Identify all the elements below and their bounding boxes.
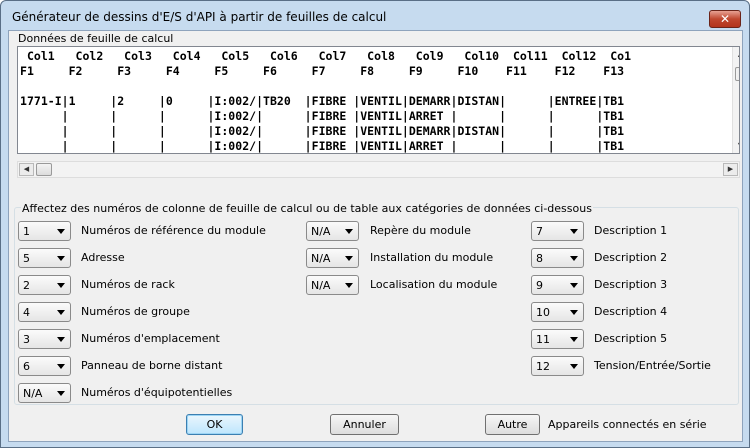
scroll-up-icon[interactable]: ▲ — [734, 49, 739, 58]
module-installation-select[interactable]: N/A — [306, 248, 359, 268]
horizontal-scroll-thumb[interactable] — [36, 163, 52, 176]
field-label: Tension/Entrée/Sortie — [594, 359, 711, 372]
chevron-down-icon — [345, 256, 353, 261]
chevron-down-icon — [57, 310, 65, 315]
series-devices-label: Appareils connectés en série — [548, 418, 707, 431]
group-select[interactable]: 4 — [18, 302, 71, 322]
other-button[interactable]: Autre — [485, 414, 540, 435]
equipotential-select[interactable]: N/A — [18, 383, 71, 403]
field-label: Numéros de rack — [81, 278, 175, 291]
field-label: Description 2 — [594, 251, 668, 264]
field-label: Repère du module — [370, 224, 471, 237]
chevron-down-icon — [570, 310, 578, 315]
field-label: Description 5 — [594, 332, 668, 345]
field-label: Numéros d'équipotentielles — [81, 386, 233, 399]
field-label: Numéros de référence du module — [81, 224, 266, 237]
field-label: Localisation du module — [370, 278, 498, 291]
field-label: Numéros d'emplacement — [81, 332, 220, 345]
slot-select[interactable]: 3 — [18, 329, 71, 349]
close-button[interactable]: ✕ — [709, 10, 741, 28]
chevron-down-icon — [57, 364, 65, 369]
vertical-scrollbar[interactable]: ▲ ▼ — [732, 47, 739, 153]
description-2-select[interactable]: 8 — [531, 248, 584, 268]
scroll-down-icon[interactable]: ▼ — [734, 141, 739, 150]
field-label: Installation du module — [370, 251, 494, 264]
chevron-down-icon — [570, 283, 578, 288]
dialog-window: Générateur de dessins d'E/S d'API à part… — [0, 0, 750, 448]
sheet-row: 1771-I|1 |2 |0 |I:002/|TB20 |FIBRE |VENT… — [20, 94, 625, 108]
description-5-select[interactable]: 11 — [531, 329, 584, 349]
field-label: Numéros de groupe — [81, 305, 190, 318]
chevron-down-icon — [570, 364, 578, 369]
field-label: Adresse — [81, 251, 125, 264]
chevron-down-icon — [57, 229, 65, 234]
description-3-select[interactable]: 9 — [531, 275, 584, 295]
rack-select[interactable]: 2 — [18, 275, 71, 295]
horizontal-scrollbar[interactable]: ◀ ▶ — [17, 161, 740, 178]
sheet-label: Données de feuille de calcul — [18, 32, 174, 45]
remote-panel-select[interactable]: 6 — [18, 356, 71, 376]
field-label: Panneau de borne distant — [81, 359, 223, 372]
vertical-scroll-thumb[interactable] — [735, 67, 739, 81]
description-4-select[interactable]: 10 — [531, 302, 584, 322]
module-tag-select[interactable]: N/A — [306, 221, 359, 241]
title-bar[interactable]: Générateur de dessins d'E/S d'API à part… — [1, 1, 749, 31]
voltage-io-select[interactable]: 12 — [531, 356, 584, 376]
address-select[interactable]: 5 — [18, 248, 71, 268]
module-location-select[interactable]: N/A — [306, 275, 359, 295]
dialog-body: Données de feuille de calcul Col1 Col2 C… — [8, 30, 743, 442]
module-ref-select[interactable]: 1 — [18, 221, 71, 241]
field-label: Description 1 — [594, 224, 668, 237]
scroll-left-icon[interactable]: ◀ — [19, 163, 34, 176]
chevron-down-icon — [345, 283, 353, 288]
window-title: Générateur de dessins d'E/S d'API à part… — [12, 10, 387, 24]
chevron-down-icon — [570, 256, 578, 261]
assign-group-label: Affectez des numéros de colonne de feuil… — [21, 202, 593, 215]
sheet-row: | | | |I:002/| |FIBRE |VENTIL|ARRET | | … — [20, 139, 625, 153]
chevron-down-icon — [57, 337, 65, 342]
field-label: Description 3 — [594, 278, 668, 291]
chevron-down-icon — [570, 337, 578, 342]
cancel-button[interactable]: Annuler — [330, 414, 399, 435]
ok-button[interactable]: OK — [186, 414, 243, 435]
spreadsheet-preview[interactable]: Col1 Col2 Col3 Col4 Col5 Col6 Col7 Col8 … — [17, 46, 740, 154]
sheet-field-row: F1 F2 F3 F4 F5 F6 F7 F8 F9 F10 F11 F12 F… — [20, 64, 625, 78]
field-label: Description 4 — [594, 305, 668, 318]
description-1-select[interactable]: 7 — [531, 221, 584, 241]
chevron-down-icon — [57, 391, 65, 396]
sheet-header-row: Col1 Col2 Col3 Col4 Col5 Col6 Col7 Col8 … — [20, 49, 632, 63]
scroll-right-icon[interactable]: ▶ — [723, 163, 738, 176]
chevron-down-icon — [345, 229, 353, 234]
chevron-down-icon — [57, 283, 65, 288]
chevron-down-icon — [570, 229, 578, 234]
sheet-row: | | | |I:002/| |FIBRE |VENTIL|ARRET | | … — [20, 109, 625, 123]
sheet-row: | | | |I:002/| |FIBRE |VENTIL|DEMARR|DIS… — [20, 124, 625, 138]
chevron-down-icon — [57, 256, 65, 261]
